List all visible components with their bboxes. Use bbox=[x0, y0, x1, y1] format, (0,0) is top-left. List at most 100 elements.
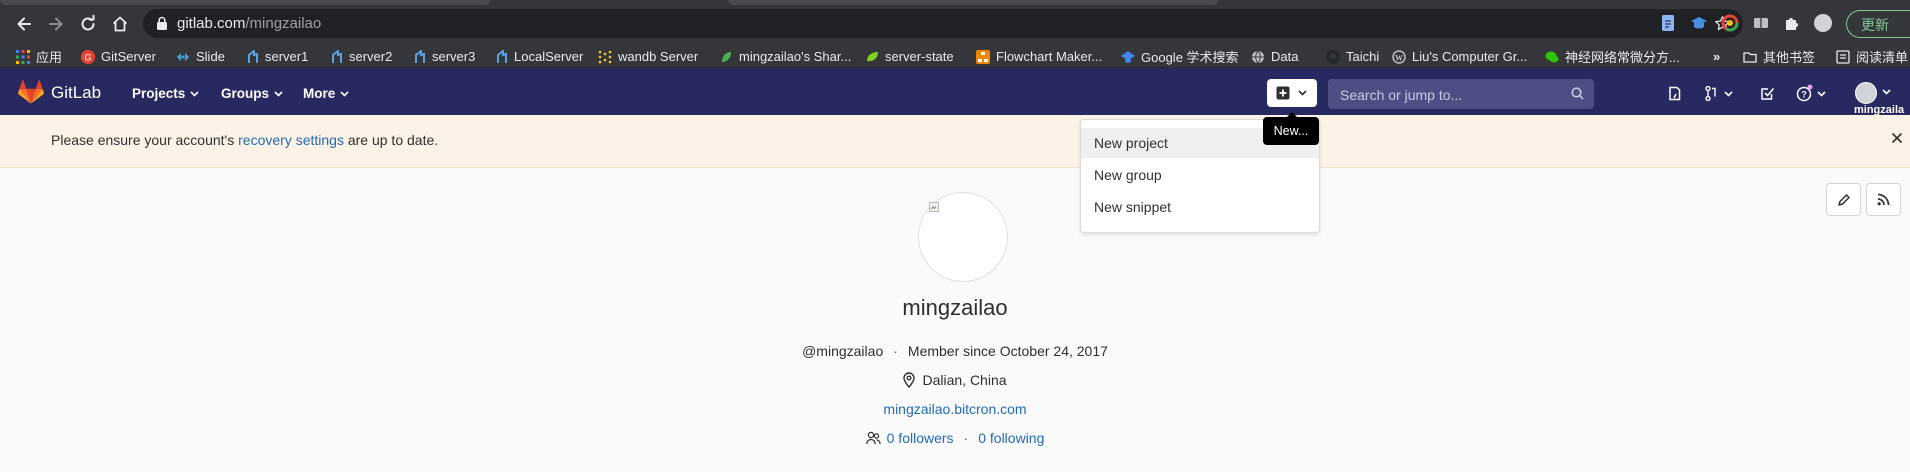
bookmark-taichi[interactable]: Taichi bbox=[1326, 48, 1379, 65]
help-icon[interactable]: ? bbox=[1796, 84, 1830, 102]
globe-icon bbox=[1251, 50, 1265, 64]
reader-extension-icon[interactable] bbox=[1752, 14, 1770, 32]
bookmarks-overflow-button[interactable]: » bbox=[1713, 48, 1720, 65]
server-icon bbox=[412, 49, 426, 64]
puzzle-extensions-icon[interactable] bbox=[1783, 14, 1801, 32]
browser-tab[interactable] bbox=[728, 0, 1218, 5]
bookmark-server-state[interactable]: server-state bbox=[865, 48, 954, 65]
member-since: Member since October 24, 2017 bbox=[907, 343, 1108, 359]
bookmark-neural-ode[interactable]: 神经网络常微分方... bbox=[1545, 48, 1680, 65]
bookmark-slide[interactable]: Slide bbox=[176, 48, 225, 65]
followers-link[interactable]: 0 followers bbox=[887, 430, 954, 446]
new-snippet-item[interactable]: New snippet bbox=[1081, 192, 1319, 222]
recovery-settings-banner: Please ensure your account's recovery se… bbox=[0, 115, 1910, 168]
gitserver-icon: G bbox=[81, 49, 95, 64]
chevron-down-icon bbox=[190, 90, 199, 97]
gitlab-logo-icon[interactable] bbox=[18, 80, 44, 104]
new-tooltip: New... bbox=[1263, 112, 1319, 145]
search-input[interactable] bbox=[1338, 84, 1562, 106]
slide-icon bbox=[176, 50, 190, 64]
banner-message: Please ensure your account's recovery se… bbox=[51, 132, 439, 148]
browser-tab[interactable] bbox=[0, 0, 490, 5]
doc-extension-icon[interactable] bbox=[1659, 14, 1677, 32]
user-avatar[interactable] bbox=[1855, 82, 1877, 104]
lock-icon bbox=[156, 16, 168, 30]
chevron-down-icon bbox=[340, 90, 349, 97]
plus-square-icon bbox=[1276, 86, 1290, 100]
chevron-down-icon bbox=[1298, 90, 1307, 96]
profile-handle: @mingzailao bbox=[802, 343, 884, 359]
other-bookmarks-folder[interactable]: 其他书签 bbox=[1743, 48, 1815, 65]
location-pin-icon bbox=[903, 372, 922, 388]
wechat-icon bbox=[1545, 50, 1559, 64]
github-icon bbox=[1326, 49, 1340, 64]
address-bar[interactable]: gitlab.com/mingzailao bbox=[143, 9, 1743, 38]
profile-name: mingzailao bbox=[902, 295, 1008, 320]
edit-profile-button[interactable] bbox=[1826, 183, 1861, 216]
broken-image-icon bbox=[929, 202, 939, 212]
home-icon[interactable] bbox=[108, 12, 132, 36]
following-link[interactable]: 0 following bbox=[978, 430, 1044, 446]
new-dropdown-button[interactable] bbox=[1267, 79, 1317, 107]
bookmark-liu-graphics[interactable]: W Liu's Computer Gr... bbox=[1392, 48, 1527, 65]
leaf-icon bbox=[865, 50, 879, 64]
wordpress-icon: W bbox=[1392, 49, 1406, 64]
scholar-icon bbox=[1121, 50, 1135, 64]
svg-text:G: G bbox=[84, 52, 91, 62]
location-text: Dalian, China bbox=[922, 372, 1007, 388]
profile-meta: @mingzailao · Member since October 24, 201… bbox=[802, 343, 1108, 359]
new-group-item[interactable]: New group bbox=[1081, 160, 1319, 190]
profile-avatar bbox=[918, 192, 1008, 282]
bookmark-scholar[interactable]: Google 学术搜索 bbox=[1121, 48, 1239, 65]
close-icon[interactable] bbox=[1891, 132, 1903, 144]
profile-location: Dalian, China bbox=[0, 372, 1910, 388]
hat-extension-icon[interactable] bbox=[1690, 14, 1708, 32]
gitlab-brand[interactable]: GitLab bbox=[51, 83, 101, 103]
bookmark-wandb[interactable]: wandb Server bbox=[598, 48, 698, 65]
folder-icon bbox=[1743, 50, 1757, 64]
chevron-down-icon bbox=[274, 90, 283, 97]
bookmark-server2[interactable]: server2 bbox=[329, 48, 392, 65]
issues-icon[interactable] bbox=[1667, 86, 1682, 101]
nav-projects[interactable]: Projects bbox=[132, 86, 199, 101]
nav-groups[interactable]: Groups bbox=[221, 86, 283, 101]
reading-list[interactable]: 阅读清单 bbox=[1836, 48, 1908, 65]
chevron-down-icon[interactable] bbox=[1882, 89, 1891, 95]
browser-toolbar: gitlab.com/mingzailao 更新 bbox=[0, 0, 1910, 46]
recovery-settings-link[interactable]: recovery settings bbox=[238, 132, 344, 148]
website-link[interactable]: mingzailao.bitcron.com bbox=[883, 401, 1026, 417]
todos-icon[interactable] bbox=[1760, 86, 1775, 101]
reload-icon[interactable] bbox=[76, 12, 100, 36]
server-icon bbox=[245, 49, 259, 64]
wandb-icon bbox=[598, 50, 612, 64]
update-button[interactable]: 更新 bbox=[1846, 10, 1910, 38]
search-icon bbox=[1571, 87, 1584, 100]
bookmark-server3[interactable]: server3 bbox=[412, 48, 475, 65]
color-extension-icon[interactable] bbox=[1721, 14, 1739, 32]
pencil-icon bbox=[1837, 193, 1851, 207]
server-icon bbox=[494, 49, 508, 64]
nav-more[interactable]: More bbox=[303, 86, 349, 101]
rss-icon bbox=[1877, 193, 1890, 206]
profile-website: mingzailao.bitcron.com bbox=[0, 401, 1910, 417]
apps-grid-icon bbox=[16, 49, 30, 64]
bookmark-apps[interactable]: 应用 bbox=[16, 48, 62, 65]
back-icon[interactable] bbox=[12, 12, 36, 36]
svg-text:?: ? bbox=[1801, 90, 1807, 100]
rss-feed-button[interactable] bbox=[1866, 183, 1901, 216]
profile-follow-stats: 0 followers · 0 following bbox=[0, 430, 1910, 446]
forward-icon[interactable] bbox=[44, 12, 68, 36]
merge-requests-icon[interactable] bbox=[1705, 86, 1735, 101]
bookmark-shared[interactable]: mingzailao's Shar... bbox=[719, 48, 851, 65]
reading-list-icon bbox=[1836, 49, 1850, 64]
search-box[interactable] bbox=[1328, 79, 1594, 109]
bookmark-localserver[interactable]: LocalServer bbox=[494, 48, 583, 65]
bookmark-flowchart[interactable]: Flowchart Maker... bbox=[976, 48, 1102, 65]
server-icon bbox=[329, 49, 343, 64]
profile-avatar-icon[interactable] bbox=[1814, 14, 1832, 32]
bookmark-server1[interactable]: server1 bbox=[245, 48, 308, 65]
gitlab-header: GitLab Projects Groups More ? mingzaila bbox=[0, 68, 1910, 116]
users-icon bbox=[865, 431, 887, 445]
bookmark-data[interactable]: Data bbox=[1251, 48, 1298, 65]
bookmark-gitserver[interactable]: G GitServer bbox=[81, 48, 156, 65]
